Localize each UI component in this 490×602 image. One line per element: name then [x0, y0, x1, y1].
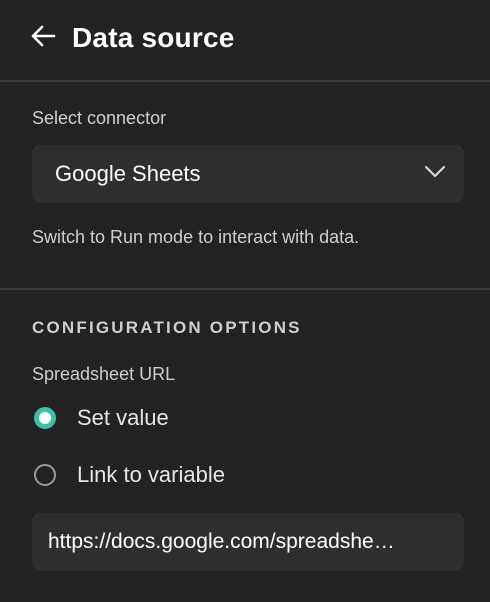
connector-select[interactable]: Google Sheets: [32, 145, 464, 203]
radio-option-set-value[interactable]: Set value: [32, 389, 464, 446]
chevron-down-icon: [424, 165, 446, 184]
back-button[interactable]: [30, 25, 56, 51]
run-mode-hint: Switch to Run mode to interact with data…: [32, 227, 360, 247]
arrow-left-icon: [30, 25, 56, 52]
radio-label: Set value: [77, 404, 169, 430]
radio-label: Link to variable: [77, 461, 225, 487]
radio-option-link-variable[interactable]: Link to variable: [32, 446, 464, 503]
radio-checked-icon[interactable]: [34, 406, 56, 429]
spreadsheet-url-input[interactable]: https://docs.google.com/spreadshe…: [32, 513, 464, 571]
connector-section: Select connector Google Sheets Switch to…: [0, 82, 490, 290]
spreadsheet-url-label: Spreadsheet URL: [32, 364, 176, 384]
connector-label: Select connector: [32, 108, 167, 128]
panel-header: Data source: [0, 0, 490, 82]
configuration-heading: CONFIGURATION OPTIONS: [32, 318, 302, 337]
data-source-panel: Data source Select connector Google Shee…: [0, 0, 490, 602]
connector-selected-value: Google Sheets: [55, 161, 201, 186]
page-title: Data source: [72, 22, 235, 53]
radio-unchecked-icon[interactable]: [34, 463, 56, 486]
spreadsheet-url-value: https://docs.google.com/spreadshe…: [48, 530, 395, 553]
configuration-section: CONFIGURATION OPTIONS Spreadsheet URL Se…: [0, 290, 490, 571]
